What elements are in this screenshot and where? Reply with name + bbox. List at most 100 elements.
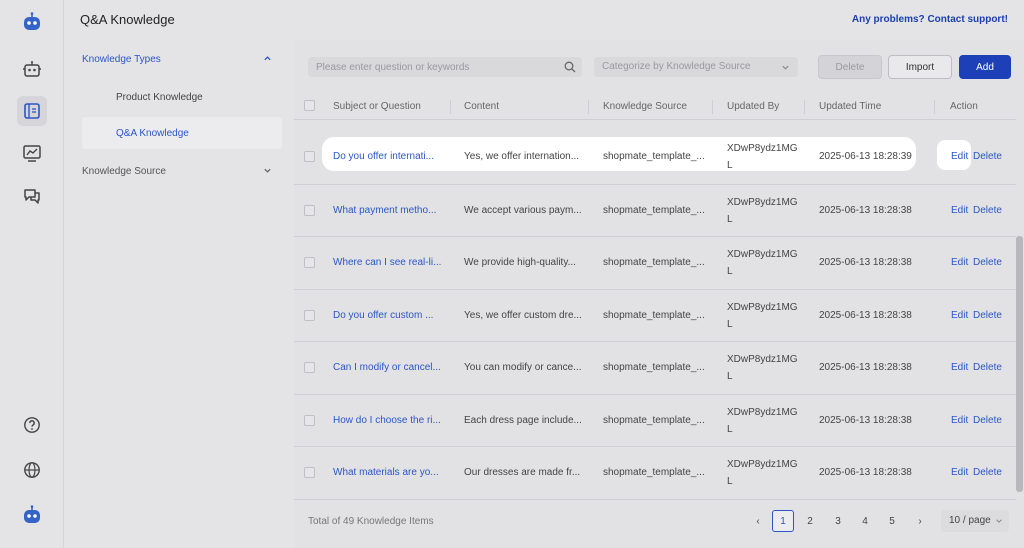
page-size-select[interactable]: 10 / page [941, 510, 1009, 532]
source-cell: shopmate_template_... [603, 362, 705, 373]
chat-icon[interactable] [17, 181, 47, 211]
row-checkbox[interactable] [304, 309, 315, 321]
edit-button[interactable]: Edit [951, 415, 968, 426]
edit-button[interactable]: Edit [951, 362, 968, 373]
page-size-label: 10 / page [949, 515, 991, 526]
row-checkbox[interactable] [304, 362, 315, 373]
delete-row-button[interactable]: Delete [973, 415, 1002, 426]
table-row: Do you offer custom ... Yes, we offer cus… [294, 290, 1016, 342]
delete-row-button[interactable]: Delete [973, 257, 1002, 268]
nav-group-label: Knowledge Source [82, 165, 166, 177]
scrollbar-thumb[interactable] [1016, 236, 1023, 492]
nav-item-qa-knowledge[interactable]: Q&A Knowledge [82, 117, 282, 149]
delete-row-button[interactable]: Delete [973, 205, 1002, 216]
robot-avatar-icon[interactable] [17, 500, 47, 530]
analytics-icon[interactable] [17, 138, 47, 168]
knowledge-book-icon[interactable] [17, 96, 47, 126]
updated-time-cell: 2025-06-13 18:28:38 [819, 204, 912, 216]
nav-group-knowledge-source[interactable]: Knowledge Source [82, 157, 282, 185]
edit-button[interactable]: Edit [951, 310, 968, 321]
chevron-down-icon [996, 519, 1002, 523]
updated-time-cell: 2025-06-13 18:28:38 [819, 414, 912, 426]
updated-time-cell: 2025-06-13 18:28:38 [819, 309, 912, 321]
prev-page-button[interactable]: ‹ [748, 510, 768, 532]
next-page-button[interactable]: › [910, 510, 930, 532]
column-divider [588, 100, 589, 114]
updated-time-cell: 2025-06-13 18:28:38 [819, 362, 912, 373]
row-checkbox[interactable] [304, 414, 315, 426]
page-button-3[interactable]: 3 [828, 510, 848, 532]
import-button[interactable]: Import [888, 55, 952, 79]
select-all-checkbox[interactable] [304, 100, 315, 111]
column-header-updated-time[interactable]: Updated Time [819, 101, 881, 112]
search-icon[interactable] [564, 61, 576, 73]
source-cell: shopmate_template_... [603, 414, 705, 426]
question-link[interactable]: Do you offer internati... [333, 151, 434, 162]
edit-button[interactable]: Edit [951, 257, 968, 268]
source-cell: shopmate_template_... [603, 204, 705, 216]
add-button[interactable]: Add [959, 55, 1011, 79]
row-checkbox[interactable] [304, 151, 315, 162]
updated-by-cell: L [727, 213, 733, 225]
question-link[interactable]: Can I modify or cancel... [333, 362, 441, 373]
updated-by-cell: XDwP8ydz1MG [727, 196, 798, 208]
column-divider [804, 100, 805, 114]
chevron-down-icon [782, 65, 789, 70]
source-cell: shopmate_template_... [603, 467, 705, 478]
delete-row-button[interactable]: Delete [973, 310, 1002, 321]
nav-group-knowledge-types[interactable]: Knowledge Types [82, 45, 282, 73]
total-count: Total of 49 Knowledge Items [308, 516, 434, 527]
search-input[interactable] [308, 57, 582, 77]
updated-by-cell: XDwP8ydz1MG [727, 301, 798, 313]
delete-row-button[interactable]: Delete [973, 151, 1002, 162]
globe-icon[interactable] [17, 455, 47, 485]
knowledge-nav-panel: Knowledge Types Product Knowledge Q&A Kn… [64, 40, 294, 548]
content-cell: Each dress page include... [464, 414, 582, 426]
column-header-content[interactable]: Content [464, 101, 499, 112]
table-header: Subject or Question Content Knowledge So… [294, 92, 1016, 120]
table-row: How do I choose the ri... Each dress page… [294, 395, 1016, 447]
question-link[interactable]: How do I choose the ri... [333, 415, 441, 426]
knowledge-source-select[interactable]: Categorize by Knowledge Source [594, 57, 798, 77]
column-header-subject[interactable]: Subject or Question [333, 101, 421, 112]
contact-support-link[interactable]: Any problems? Contact support! [852, 14, 1008, 25]
column-divider [450, 100, 451, 114]
updated-by-cell: L [727, 423, 733, 435]
question-link[interactable]: What payment metho... [333, 205, 436, 216]
source-cell: shopmate_template_... [603, 309, 705, 321]
row-checkbox[interactable] [304, 204, 315, 216]
updated-time-cell: 2025-06-13 18:28:38 [819, 467, 912, 478]
table-row: Can I modify or cancel... You can modify … [294, 342, 1016, 395]
question-link[interactable]: What materials are yo... [333, 467, 439, 478]
main-content: Categorize by Knowledge Source Delete Im… [294, 40, 1024, 548]
table-row: Do you offer internati... Yes, we offer i… [294, 132, 1016, 185]
page-button-5[interactable]: 5 [882, 510, 902, 532]
column-divider [712, 100, 713, 114]
edit-button[interactable]: Edit [951, 151, 968, 162]
edit-button[interactable]: Edit [951, 467, 968, 478]
question-link[interactable]: Do you offer custom ... [333, 310, 433, 321]
delete-row-button[interactable]: Delete [973, 467, 1002, 478]
question-link[interactable]: Where can I see real-li... [333, 257, 441, 268]
help-icon[interactable] [17, 410, 47, 440]
nav-item-label: Q&A Knowledge [116, 127, 189, 139]
column-header-updated-by[interactable]: Updated By [727, 101, 779, 112]
select-placeholder: Categorize by Knowledge Source [602, 61, 751, 72]
column-header-source[interactable]: Knowledge Source [603, 101, 687, 112]
row-checkbox[interactable] [304, 257, 315, 268]
updated-time-cell: 2025-06-13 18:28:39 [819, 151, 912, 162]
delete-button[interactable]: Delete [818, 55, 882, 79]
page-button-1[interactable]: 1 [772, 510, 794, 532]
robot-logo-icon[interactable] [17, 7, 47, 37]
source-cell: shopmate_template_... [603, 257, 705, 268]
updated-by-cell: XDwP8ydz1MG [727, 143, 798, 154]
updated-by-cell: L [727, 160, 733, 171]
page-title: Q&A Knowledge [80, 12, 175, 27]
row-checkbox[interactable] [304, 467, 315, 478]
bot-icon[interactable] [17, 54, 47, 84]
edit-button[interactable]: Edit [951, 205, 968, 216]
delete-row-button[interactable]: Delete [973, 362, 1002, 373]
page-button-2[interactable]: 2 [800, 510, 820, 532]
page-button-4[interactable]: 4 [855, 510, 875, 532]
nav-item-product-knowledge[interactable]: Product Knowledge [82, 81, 282, 113]
